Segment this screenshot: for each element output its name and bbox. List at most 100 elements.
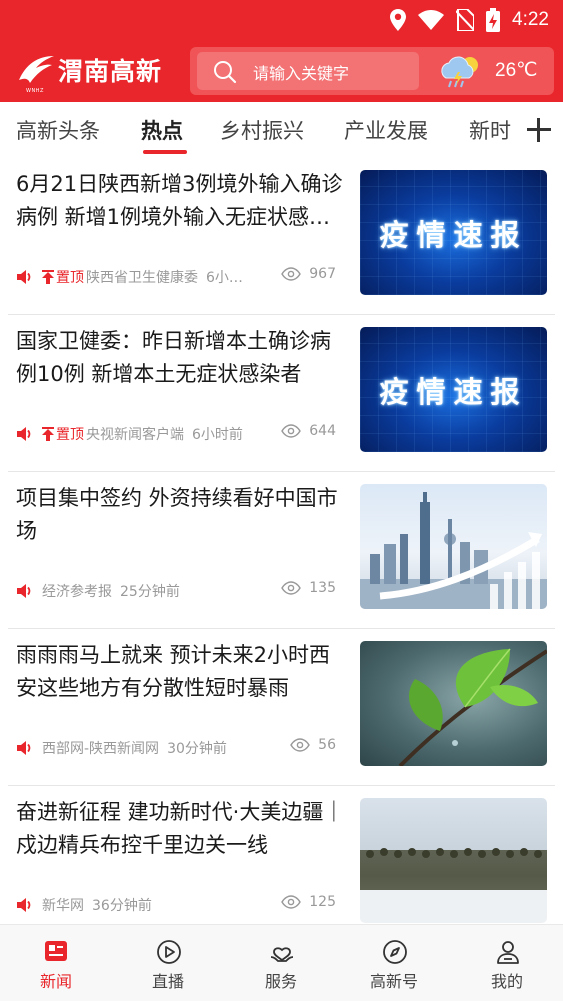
- news-thumbnail[interactable]: 疫情速报: [360, 170, 547, 295]
- search-input[interactable]: 请输入关键字: [197, 52, 419, 90]
- news-time: 36分钟前: [92, 898, 152, 914]
- news-item[interactable]: 项目集中签约 外资持续看好中国市场 经济参考报 25分钟前 135: [0, 472, 563, 629]
- tab-new-era[interactable]: 新时: [469, 115, 511, 145]
- news-source: 陕西省卫生健康委: [86, 270, 198, 286]
- eye-icon: [290, 738, 310, 752]
- nav-label: 新闻: [39, 972, 72, 991]
- speaker-icon[interactable]: [16, 268, 34, 286]
- tab-hot[interactable]: 热点: [141, 115, 183, 145]
- view-count: 967: [281, 266, 336, 282]
- nav-label: 高新号: [369, 972, 418, 991]
- nav-service[interactable]: 服务: [225, 925, 337, 1001]
- category-tabs: 高新头条 热点 乡村振兴 产业发展 新时: [0, 102, 563, 158]
- service-icon: [270, 947, 294, 962]
- view-count-value: 967: [309, 266, 336, 282]
- pin-arrow-icon: [42, 270, 54, 284]
- tab-rural-revitalization[interactable]: 乡村振兴: [220, 115, 304, 145]
- temperature: 26℃: [495, 60, 538, 81]
- news-item[interactable]: 雨雨雨马上就来 预计未来2小时西安这些地方有分散性短时暴雨 西部网-陕西新闻网 …: [0, 629, 563, 786]
- news-source: 西部网-陕西新闻网: [42, 741, 160, 757]
- clock: 4:22: [512, 9, 549, 30]
- news-time: 6小时前: [192, 427, 243, 443]
- nav-label: 我的: [490, 972, 523, 991]
- view-count: 125: [281, 894, 336, 910]
- news-meta: 经济参考报 25分钟前 135: [16, 580, 336, 602]
- eye-icon: [281, 424, 302, 438]
- pinned-label: 置顶: [56, 427, 84, 443]
- logo-text: 渭南高新: [58, 57, 163, 86]
- logo-bird-icon: [19, 56, 54, 83]
- live-play-icon: [157, 940, 181, 964]
- nav-news[interactable]: 新闻: [0, 925, 112, 1001]
- eye-icon: [281, 581, 302, 595]
- news-meta: 置顶 陕西省卫生健康委 6小时前 967: [16, 266, 336, 288]
- city-skyline-image: [360, 492, 547, 609]
- app-header: 渭南高新 WNHZ 请输入关键字 26℃: [0, 40, 563, 102]
- app-logo[interactable]: 渭南高新 WNHZ: [16, 50, 163, 94]
- news-item[interactable]: 奋进新征程 建功新时代·大美边疆｜戍边精兵布控千里边关一线 新华网 36分钟前 …: [0, 786, 563, 943]
- nav-label: 服务: [264, 972, 297, 991]
- soldiers-image: [360, 848, 547, 923]
- battery-charging-icon: [486, 8, 501, 32]
- news-time: 30分钟前: [167, 741, 227, 757]
- status-bar: 4:22: [0, 0, 563, 40]
- news-title[interactable]: 国家卫健委：昨日新增本土确诊病例10例 新增本土无症状感染者: [16, 325, 350, 391]
- speaker-icon[interactable]: [16, 425, 34, 443]
- thumbnail-caption: 疫情速报: [379, 218, 528, 252]
- profile-icon: [497, 941, 519, 964]
- status-icons: 4:22: [390, 8, 549, 32]
- rain-leaf-image: [398, 648, 547, 766]
- nav-label: 直播: [151, 972, 184, 991]
- thumbnail-caption: 疫情速报: [379, 375, 528, 409]
- compass-icon: [383, 940, 407, 964]
- search-icon: [214, 61, 237, 84]
- news-title[interactable]: 雨雨雨马上就来 预计未来2小时西安这些地方有分散性短时暴雨: [16, 639, 350, 705]
- pinned-badge: 置顶: [42, 267, 84, 287]
- nav-gaoxin-account[interactable]: 高新号: [338, 925, 450, 1001]
- news-title[interactable]: 项目集中签约 外资持续看好中国市场: [16, 482, 350, 548]
- news-time: 6小时前: [206, 270, 244, 286]
- bottom-navigation: 新闻 直播 服务 高新号 我的: [0, 924, 563, 1001]
- search-bar: 请输入关键字 26℃: [190, 47, 554, 95]
- view-count: 56: [290, 737, 336, 753]
- speaker-icon[interactable]: [16, 582, 34, 600]
- nav-live[interactable]: 直播: [112, 925, 224, 1001]
- pin-arrow-icon: [42, 427, 54, 441]
- speaker-icon[interactable]: [16, 739, 34, 757]
- news-icon: [45, 941, 67, 961]
- view-count-value: 125: [309, 894, 336, 910]
- news-meta: 西部网-陕西新闻网 30分钟前 56: [16, 737, 336, 759]
- tab-headlines[interactable]: 高新头条: [16, 115, 100, 145]
- news-item[interactable]: 6月21日陕西新增3例境外输入确诊病例 新增1例境外输入无症状感染者 置顶 陕西…: [0, 158, 563, 315]
- eye-icon: [281, 267, 302, 281]
- add-tab-icon[interactable]: [523, 114, 555, 146]
- news-thumbnail[interactable]: 疫情速报: [360, 327, 547, 452]
- speaker-icon[interactable]: [16, 896, 34, 914]
- view-count-value: 56: [318, 737, 336, 753]
- news-thumbnail[interactable]: [360, 641, 547, 766]
- view-count-value: 135: [309, 580, 336, 596]
- news-source: 经济参考报: [42, 584, 112, 600]
- news-title[interactable]: 奋进新征程 建功新时代·大美边疆｜戍边精兵布控千里边关一线: [16, 796, 350, 862]
- news-source: 新华网: [42, 898, 84, 914]
- news-item[interactable]: 国家卫健委：昨日新增本土确诊病例10例 新增本土无症状感染者 置顶 央视新闻客户…: [0, 315, 563, 472]
- rain-cloud-icon[interactable]: [438, 54, 484, 90]
- no-sim-icon: [456, 9, 475, 31]
- search-placeholder: 请输入关键字: [253, 64, 350, 83]
- nav-profile[interactable]: 我的: [451, 925, 563, 1001]
- news-source: 央视新闻客户端: [86, 427, 184, 443]
- eye-icon: [281, 895, 302, 909]
- view-count: 644: [281, 423, 336, 439]
- wifi-icon: [418, 10, 445, 30]
- news-meta: 置顶 央视新闻客户端 6小时前 644: [16, 423, 336, 445]
- news-title[interactable]: 6月21日陕西新增3例境外输入确诊病例 新增1例境外输入无症状感染者: [16, 168, 350, 234]
- active-tab-indicator: [143, 150, 187, 154]
- news-thumbnail[interactable]: [360, 484, 547, 609]
- news-time: 25分钟前: [120, 584, 180, 600]
- view-count-value: 644: [309, 423, 336, 439]
- tab-industry[interactable]: 产业发展: [344, 115, 428, 145]
- logo-subtext: WNHZ: [26, 88, 44, 94]
- news-thumbnail[interactable]: [360, 798, 547, 923]
- news-meta: 新华网 36分钟前 125: [16, 894, 336, 916]
- pinned-badge: 置顶: [42, 424, 84, 444]
